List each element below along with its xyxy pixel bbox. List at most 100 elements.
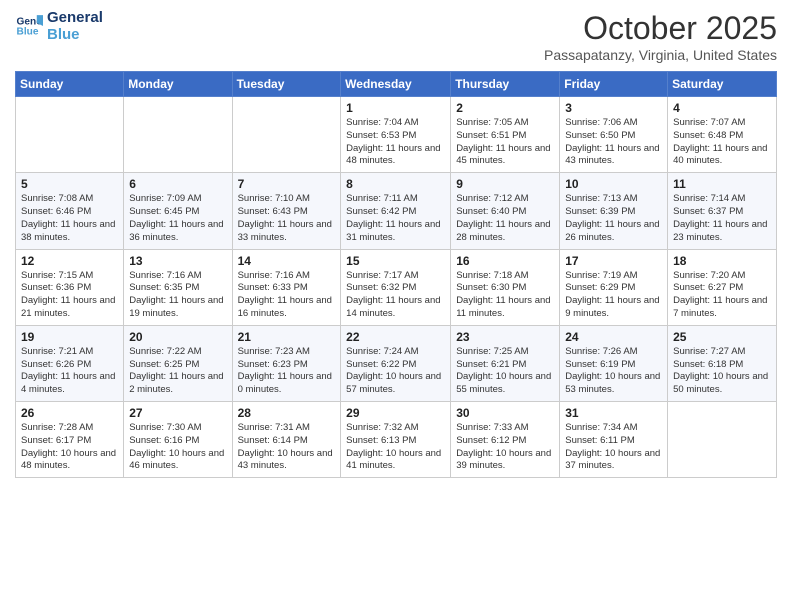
day-number: 1 xyxy=(346,101,445,115)
day-number: 2 xyxy=(456,101,554,115)
calendar-cell: 20 Sunrise: 7:22 AM Sunset: 6:25 PM Dayli… xyxy=(124,325,232,401)
day-number: 17 xyxy=(565,254,662,268)
day-number: 9 xyxy=(456,177,554,191)
day-info: Sunrise: 7:27 AM Sunset: 6:18 PM Dayligh… xyxy=(673,346,771,397)
calendar-cell: 15 Sunrise: 7:17 AM Sunset: 6:32 PM Dayli… xyxy=(341,249,451,325)
day-info: Sunrise: 7:22 AM Sunset: 6:25 PM Dayligh… xyxy=(129,346,226,397)
day-info: Sunrise: 7:18 AM Sunset: 6:30 PM Dayligh… xyxy=(456,270,554,321)
weekday-header-thursday: Thursday xyxy=(451,72,560,97)
day-info: Sunrise: 7:34 AM Sunset: 6:11 PM Dayligh… xyxy=(565,422,662,473)
logo-general: General xyxy=(47,10,103,27)
calendar-cell: 31 Sunrise: 7:34 AM Sunset: 6:11 PM Dayli… xyxy=(560,402,668,478)
day-info: Sunrise: 7:12 AM Sunset: 6:40 PM Dayligh… xyxy=(456,193,554,244)
calendar-cell: 1 Sunrise: 7:04 AM Sunset: 6:53 PM Daylig… xyxy=(341,97,451,173)
day-number: 16 xyxy=(456,254,554,268)
calendar-cell: 8 Sunrise: 7:11 AM Sunset: 6:42 PM Daylig… xyxy=(341,173,451,249)
day-number: 29 xyxy=(346,406,445,420)
calendar-header-row: SundayMondayTuesdayWednesdayThursdayFrid… xyxy=(16,72,777,97)
day-number: 31 xyxy=(565,406,662,420)
day-number: 15 xyxy=(346,254,445,268)
calendar-week-row: 1 Sunrise: 7:04 AM Sunset: 6:53 PM Daylig… xyxy=(16,97,777,173)
calendar-cell: 11 Sunrise: 7:14 AM Sunset: 6:37 PM Dayli… xyxy=(668,173,777,249)
page: General Blue General Blue October 2025 P… xyxy=(0,0,792,612)
calendar-cell: 25 Sunrise: 7:27 AM Sunset: 6:18 PM Dayli… xyxy=(668,325,777,401)
day-number: 10 xyxy=(565,177,662,191)
calendar-cell xyxy=(668,402,777,478)
logo: General Blue General Blue xyxy=(15,10,103,43)
title-block: October 2025 Passapatanzy, Virginia, Uni… xyxy=(544,10,777,63)
day-info: Sunrise: 7:07 AM Sunset: 6:48 PM Dayligh… xyxy=(673,117,771,168)
calendar-cell: 2 Sunrise: 7:05 AM Sunset: 6:51 PM Daylig… xyxy=(451,97,560,173)
day-number: 23 xyxy=(456,330,554,344)
calendar-cell: 22 Sunrise: 7:24 AM Sunset: 6:22 PM Dayli… xyxy=(341,325,451,401)
day-info: Sunrise: 7:23 AM Sunset: 6:23 PM Dayligh… xyxy=(238,346,336,397)
day-number: 30 xyxy=(456,406,554,420)
day-number: 3 xyxy=(565,101,662,115)
day-info: Sunrise: 7:28 AM Sunset: 6:17 PM Dayligh… xyxy=(21,422,118,473)
weekday-header-monday: Monday xyxy=(124,72,232,97)
day-info: Sunrise: 7:21 AM Sunset: 6:26 PM Dayligh… xyxy=(21,346,118,397)
day-info: Sunrise: 7:16 AM Sunset: 6:35 PM Dayligh… xyxy=(129,270,226,321)
day-number: 19 xyxy=(21,330,118,344)
day-info: Sunrise: 7:25 AM Sunset: 6:21 PM Dayligh… xyxy=(456,346,554,397)
calendar-week-row: 19 Sunrise: 7:21 AM Sunset: 6:26 PM Dayli… xyxy=(16,325,777,401)
day-number: 8 xyxy=(346,177,445,191)
day-info: Sunrise: 7:19 AM Sunset: 6:29 PM Dayligh… xyxy=(565,270,662,321)
day-info: Sunrise: 7:16 AM Sunset: 6:33 PM Dayligh… xyxy=(238,270,336,321)
calendar-cell: 30 Sunrise: 7:33 AM Sunset: 6:12 PM Dayli… xyxy=(451,402,560,478)
day-number: 26 xyxy=(21,406,118,420)
day-info: Sunrise: 7:04 AM Sunset: 6:53 PM Dayligh… xyxy=(346,117,445,168)
day-info: Sunrise: 7:33 AM Sunset: 6:12 PM Dayligh… xyxy=(456,422,554,473)
calendar-cell: 5 Sunrise: 7:08 AM Sunset: 6:46 PM Daylig… xyxy=(16,173,124,249)
day-info: Sunrise: 7:31 AM Sunset: 6:14 PM Dayligh… xyxy=(238,422,336,473)
day-number: 5 xyxy=(21,177,118,191)
day-number: 22 xyxy=(346,330,445,344)
day-number: 13 xyxy=(129,254,226,268)
svg-text:Blue: Blue xyxy=(17,26,39,37)
calendar-cell: 24Sunrise: 7:26 AM Sunset: 6:19 PM Dayli… xyxy=(560,325,668,401)
weekday-header-friday: Friday xyxy=(560,72,668,97)
day-info: Sunrise: 7:15 AM Sunset: 6:36 PM Dayligh… xyxy=(21,270,118,321)
day-number: 25 xyxy=(673,330,771,344)
day-number: 4 xyxy=(673,101,771,115)
day-number: 21 xyxy=(238,330,336,344)
calendar-cell xyxy=(124,97,232,173)
calendar-cell: 18Sunrise: 7:20 AM Sunset: 6:27 PM Dayli… xyxy=(668,249,777,325)
day-number: 11 xyxy=(673,177,771,191)
month-title: October 2025 xyxy=(544,10,777,47)
day-info: Sunrise: 7:10 AM Sunset: 6:43 PM Dayligh… xyxy=(238,193,336,244)
weekday-header-tuesday: Tuesday xyxy=(232,72,341,97)
day-number: 24 xyxy=(565,330,662,344)
calendar-cell: 6 Sunrise: 7:09 AM Sunset: 6:45 PM Daylig… xyxy=(124,173,232,249)
calendar-week-row: 5 Sunrise: 7:08 AM Sunset: 6:46 PM Daylig… xyxy=(16,173,777,249)
day-number: 28 xyxy=(238,406,336,420)
weekday-header-saturday: Saturday xyxy=(668,72,777,97)
calendar-cell: 23 Sunrise: 7:25 AM Sunset: 6:21 PM Dayli… xyxy=(451,325,560,401)
calendar-cell: 19 Sunrise: 7:21 AM Sunset: 6:26 PM Dayli… xyxy=(16,325,124,401)
day-number: 6 xyxy=(129,177,226,191)
calendar-cell: 17 Sunrise: 7:19 AM Sunset: 6:29 PM Dayli… xyxy=(560,249,668,325)
day-number: 20 xyxy=(129,330,226,344)
day-number: 7 xyxy=(238,177,336,191)
day-number: 14 xyxy=(238,254,336,268)
day-info: Sunrise: 7:14 AM Sunset: 6:37 PM Dayligh… xyxy=(673,193,771,244)
calendar-cell: 26 Sunrise: 7:28 AM Sunset: 6:17 PM Dayli… xyxy=(16,402,124,478)
day-info: Sunrise: 7:05 AM Sunset: 6:51 PM Dayligh… xyxy=(456,117,554,168)
calendar-week-row: 12Sunrise: 7:15 AM Sunset: 6:36 PM Dayli… xyxy=(16,249,777,325)
calendar-cell: 21 Sunrise: 7:23 AM Sunset: 6:23 PM Dayli… xyxy=(232,325,341,401)
day-info: Sunrise: 7:20 AM Sunset: 6:27 PM Dayligh… xyxy=(673,270,771,321)
day-info: Sunrise: 7:24 AM Sunset: 6:22 PM Dayligh… xyxy=(346,346,445,397)
day-info: Sunrise: 7:09 AM Sunset: 6:45 PM Dayligh… xyxy=(129,193,226,244)
day-info: Sunrise: 7:30 AM Sunset: 6:16 PM Dayligh… xyxy=(129,422,226,473)
calendar-cell: 12Sunrise: 7:15 AM Sunset: 6:36 PM Dayli… xyxy=(16,249,124,325)
day-info: Sunrise: 7:13 AM Sunset: 6:39 PM Dayligh… xyxy=(565,193,662,244)
day-info: Sunrise: 7:17 AM Sunset: 6:32 PM Dayligh… xyxy=(346,270,445,321)
calendar-cell xyxy=(232,97,341,173)
day-info: Sunrise: 7:08 AM Sunset: 6:46 PM Dayligh… xyxy=(21,193,118,244)
day-info: Sunrise: 7:11 AM Sunset: 6:42 PM Dayligh… xyxy=(346,193,445,244)
weekday-header-sunday: Sunday xyxy=(16,72,124,97)
day-info: Sunrise: 7:06 AM Sunset: 6:50 PM Dayligh… xyxy=(565,117,662,168)
calendar-cell: 4 Sunrise: 7:07 AM Sunset: 6:48 PM Daylig… xyxy=(668,97,777,173)
calendar-cell: 7 Sunrise: 7:10 AM Sunset: 6:43 PM Daylig… xyxy=(232,173,341,249)
calendar-cell: 16 Sunrise: 7:18 AM Sunset: 6:30 PM Dayli… xyxy=(451,249,560,325)
